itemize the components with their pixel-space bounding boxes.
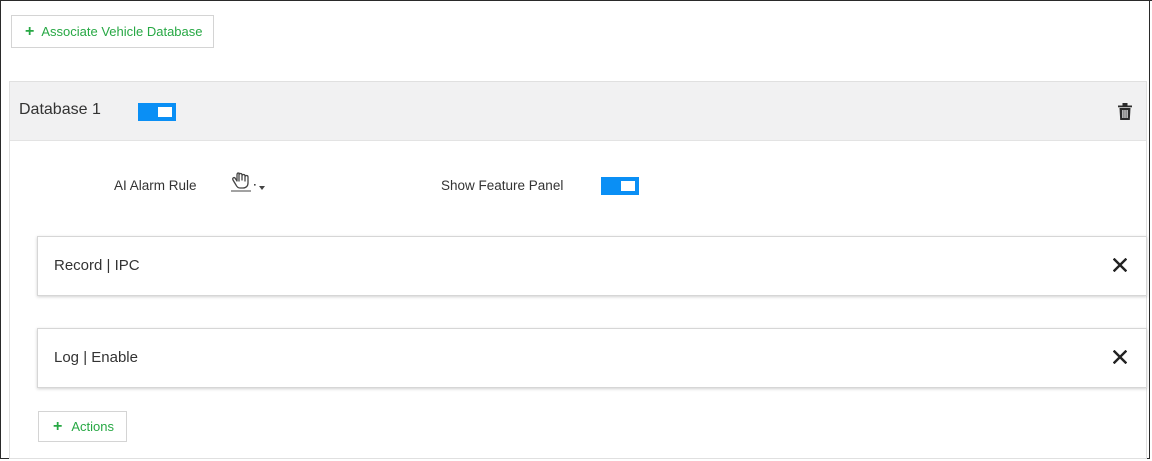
close-icon[interactable]: [1113, 258, 1127, 272]
add-actions-button[interactable]: + Actions: [38, 411, 127, 442]
add-actions-label: Actions: [71, 419, 114, 434]
action-card: Log | Enable: [37, 328, 1147, 388]
trash-icon[interactable]: [1118, 103, 1132, 120]
ai-alarm-rule-label: AI Alarm Rule: [114, 178, 197, 193]
plus-icon: +: [53, 417, 63, 435]
close-icon[interactable]: [1113, 350, 1127, 364]
action-card-text: Log | Enable: [54, 349, 138, 366]
database-title: Database 1: [19, 101, 101, 118]
associate-vehicle-database-button[interactable]: + Associate Vehicle Database: [11, 15, 214, 48]
associate-vehicle-database-label: Associate Vehicle Database: [41, 24, 203, 39]
action-card-text: Record | IPC: [54, 257, 140, 274]
database-enable-toggle[interactable]: [138, 103, 176, 121]
plus-icon: +: [25, 22, 35, 40]
action-card: Record | IPC: [37, 236, 1147, 296]
database-panel: Database 1 AI Alarm Rule Show Feature Pa…: [9, 81, 1147, 459]
toggle-knob: [621, 181, 635, 191]
database-header: Database 1: [10, 82, 1146, 141]
toggle-knob: [158, 107, 172, 117]
show-feature-panel-toggle[interactable]: [601, 177, 639, 195]
hand-pointer-dropdown-icon[interactable]: [229, 169, 271, 193]
show-feature-panel-label: Show Feature Panel: [441, 178, 564, 193]
